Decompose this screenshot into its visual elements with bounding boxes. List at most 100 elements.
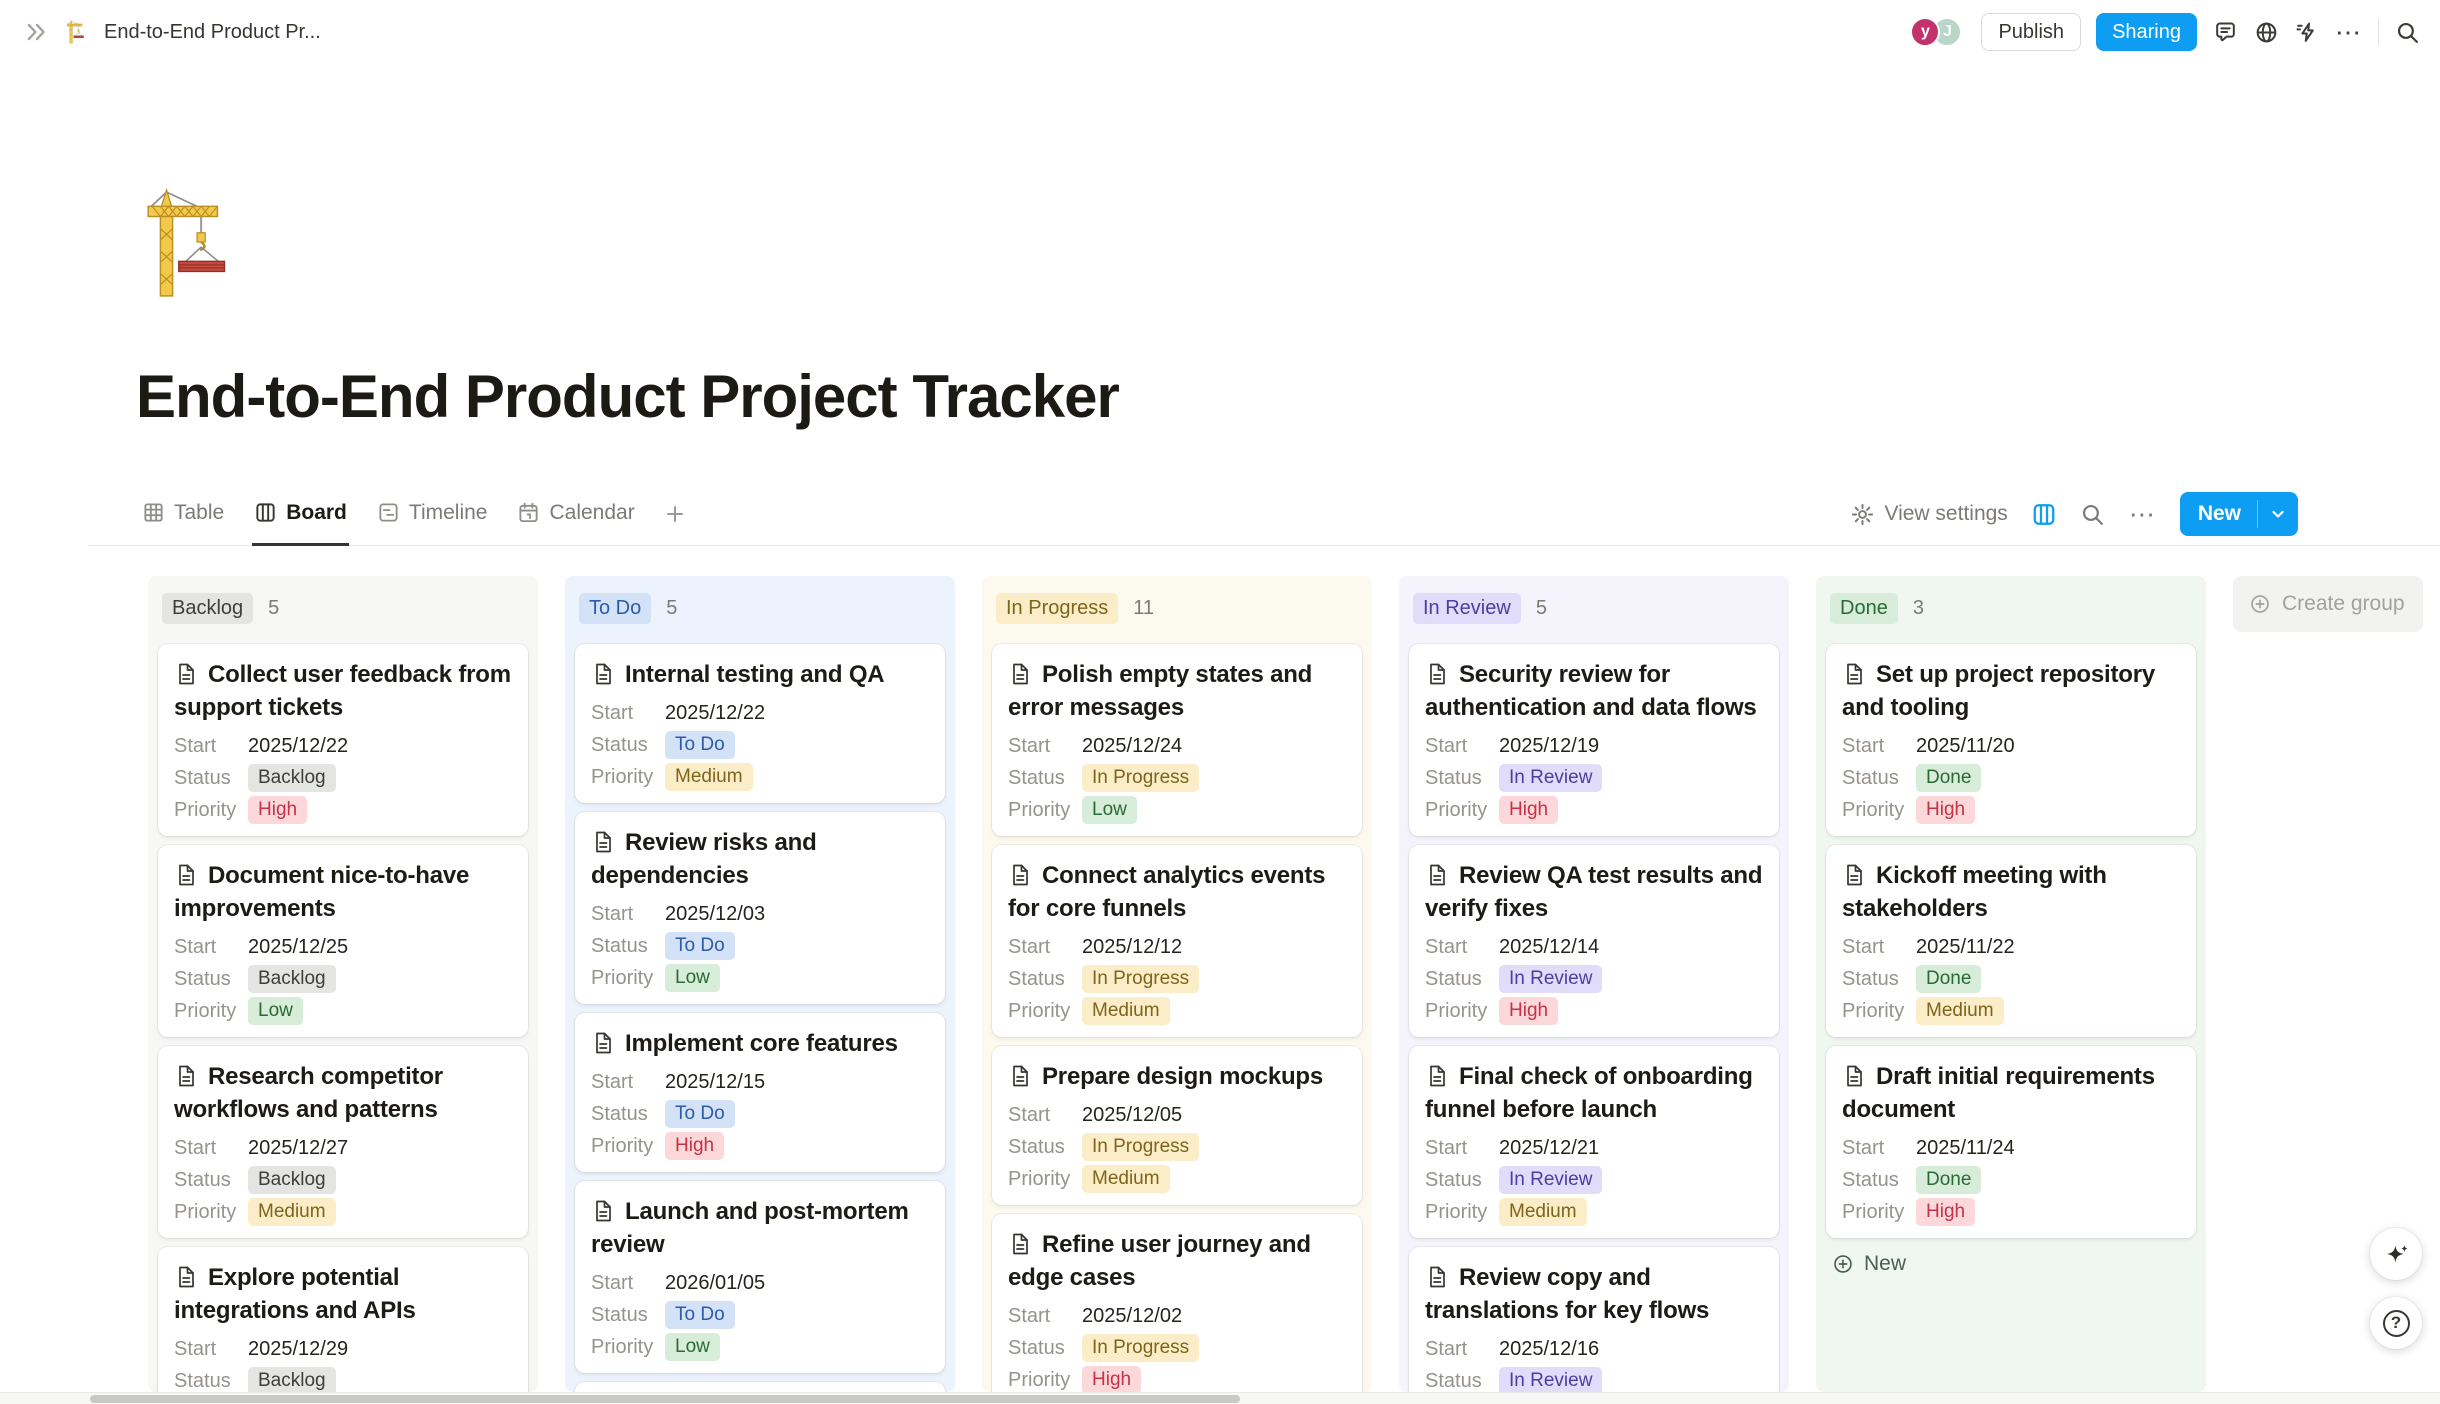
sharing-button[interactable]: Sharing	[2096, 13, 2197, 51]
card[interactable]: Prepare design mockupsStart2025/12/05Sta…	[992, 1046, 1362, 1205]
status-chip: In Progress	[1082, 764, 1199, 792]
new-dropdown-chevron-icon[interactable]	[2258, 492, 2298, 536]
comments-icon[interactable]	[2212, 19, 2238, 45]
add-card-button[interactable]: New	[1832, 1252, 2190, 1276]
automation-zap-icon[interactable]	[2294, 19, 2320, 45]
ai-sparkle-button[interactable]	[2370, 1228, 2422, 1280]
column-status-chip[interactable]: To Do	[579, 593, 651, 624]
column-status-chip[interactable]: Backlog	[162, 593, 253, 624]
page-icon-crane[interactable]	[138, 188, 250, 300]
card-title: Review QA test results and verify fixes	[1425, 859, 1763, 925]
new-button[interactable]: New	[2180, 492, 2298, 536]
column-status-chip[interactable]: In Review	[1413, 593, 1521, 624]
card[interactable]: Refine user journey and edge casesStart2…	[992, 1214, 1362, 1392]
property-row: StatusIn Review	[1425, 762, 1763, 794]
property-row: PriorityHigh	[591, 1130, 929, 1162]
start-date-value: 2025/12/02	[1082, 1305, 1182, 1328]
page-doc-icon	[1842, 863, 1866, 887]
card-title: Kickoff meeting with stakeholders	[1842, 859, 2180, 925]
card[interactable]: Final check of onboarding funnel before …	[1409, 1046, 1779, 1238]
card-title-text: Refine user journey and edge cases	[1008, 1231, 1311, 1291]
card[interactable]: Polish empty states and error messagesSt…	[992, 644, 1362, 836]
scrollbar-thumb[interactable]	[90, 1395, 1240, 1403]
collaborator-avatars[interactable]: yJ	[1910, 17, 1962, 47]
card[interactable]: Document nice-to-have improvementsStart2…	[158, 845, 528, 1037]
start-date-value: 2025/12/24	[1082, 735, 1182, 758]
card[interactable]: Review QA test results and verify fixesS…	[1409, 845, 1779, 1037]
board-view-blue-icon[interactable]	[2031, 501, 2057, 527]
property-label: Status	[1425, 1370, 1499, 1393]
horizontal-scrollbar[interactable]	[0, 1392, 2440, 1404]
start-date-value: 2025/12/22	[248, 735, 348, 758]
card[interactable]: Collect user feedback from support ticke…	[158, 644, 528, 836]
property-row: StatusDone	[1842, 762, 2180, 794]
start-date-value: 2025/12/25	[248, 936, 348, 959]
card[interactable]: Research competitor workflows and patter…	[158, 1046, 528, 1238]
breadcrumb-page-title[interactable]: End-to-End Product Pr...	[104, 21, 321, 44]
start-date-value: 2025/11/20	[1916, 735, 2015, 758]
circle-plus-icon	[2249, 593, 2271, 615]
page-title[interactable]: End-to-End Product Project Tracker	[136, 362, 1119, 431]
card[interactable]: Explore potential integrations and APIsS…	[158, 1247, 528, 1392]
topbar-divider	[2378, 20, 2379, 44]
add-view-plus-icon[interactable]	[663, 482, 687, 546]
column-header: In Review5	[1399, 576, 1789, 644]
property-label: Start	[174, 1338, 248, 1361]
tab-label: Calendar	[549, 501, 634, 525]
start-date-value: 2025/12/21	[1499, 1137, 1599, 1160]
property-label: Status	[1008, 968, 1082, 991]
create-group-button[interactable]: Create group	[2233, 576, 2423, 632]
property-label: Status	[174, 1370, 248, 1393]
tab-calendar[interactable]: Calendar	[515, 482, 636, 546]
card-title: Set up project repository and tooling	[1842, 658, 2180, 724]
card[interactable]: Internal testing and QAStart2025/12/22St…	[575, 644, 945, 803]
globe-icon[interactable]	[2253, 19, 2279, 45]
property-label: Start	[591, 702, 665, 725]
page-doc-icon	[174, 1265, 198, 1289]
property-row: PriorityLow	[174, 995, 512, 1027]
card[interactable]: Draft initial requirements documentStart…	[1826, 1046, 2196, 1238]
property-row: Start2025/12/22	[174, 730, 512, 762]
tab-timeline[interactable]: Timeline	[375, 482, 490, 546]
page-doc-icon	[591, 830, 615, 854]
property-label: Start	[1008, 936, 1082, 959]
card[interactable]: Security review for authentication and d…	[1409, 644, 1779, 836]
priority-chip: Low	[248, 997, 303, 1025]
column-status-chip[interactable]: Done	[1830, 593, 1898, 624]
card[interactable]: Connect analytics events for core funnel…	[992, 845, 1362, 1037]
more-options-icon[interactable]: ⋯	[2335, 22, 2363, 42]
board-column-backlog: Backlog5Collect user feedback from suppo…	[148, 576, 538, 1392]
property-label: Status	[1842, 1169, 1916, 1192]
card[interactable]: Launch and post-mortem reviewStart2026/0…	[575, 1181, 945, 1373]
help-button[interactable]: ?	[2370, 1297, 2422, 1349]
property-row: Start2025/12/24	[1008, 730, 1346, 762]
tab-table[interactable]: Table	[140, 482, 226, 546]
property-row: StatusIn Review	[1425, 1164, 1763, 1196]
view-settings-button[interactable]: View settings	[1850, 502, 2007, 527]
sidebar-expand-icon[interactable]	[24, 19, 50, 45]
property-label: Status	[1842, 968, 1916, 991]
property-row: StatusBacklog	[174, 963, 512, 995]
column-status-chip[interactable]: In Progress	[996, 593, 1118, 624]
board-more-icon[interactable]: ⋯	[2129, 504, 2157, 524]
board-column-in-review: In Review5Security review for authentica…	[1399, 576, 1789, 1392]
table-icon	[142, 501, 165, 524]
property-label: Priority	[174, 799, 248, 822]
start-date-value: 2025/11/24	[1916, 1137, 2015, 1160]
property-row: PriorityHigh	[1842, 1196, 2180, 1228]
property-row: StatusTo Do	[591, 930, 929, 962]
card[interactable]: Implement core featuresStart2025/12/15St…	[575, 1013, 945, 1172]
publish-button[interactable]: Publish	[1981, 13, 2081, 51]
tab-board[interactable]: Board	[252, 482, 349, 546]
card[interactable]: Kickoff meeting with stakeholdersStart20…	[1826, 845, 2196, 1037]
search-icon[interactable]	[2394, 19, 2420, 45]
priority-chip: Medium	[1082, 997, 1170, 1025]
card[interactable]: Review risks and dependenciesStart2025/1…	[575, 812, 945, 1004]
card[interactable]: Review copy and translations for key flo…	[1409, 1247, 1779, 1392]
property-label: Priority	[591, 1135, 665, 1158]
property-label: Status	[1008, 1136, 1082, 1159]
card[interactable]: Define project scope and milestones	[575, 1382, 945, 1392]
board-search-icon[interactable]	[2080, 501, 2106, 527]
card[interactable]: Set up project repository and tooling Sta…	[1826, 644, 2196, 836]
property-label: Start	[1842, 936, 1916, 959]
